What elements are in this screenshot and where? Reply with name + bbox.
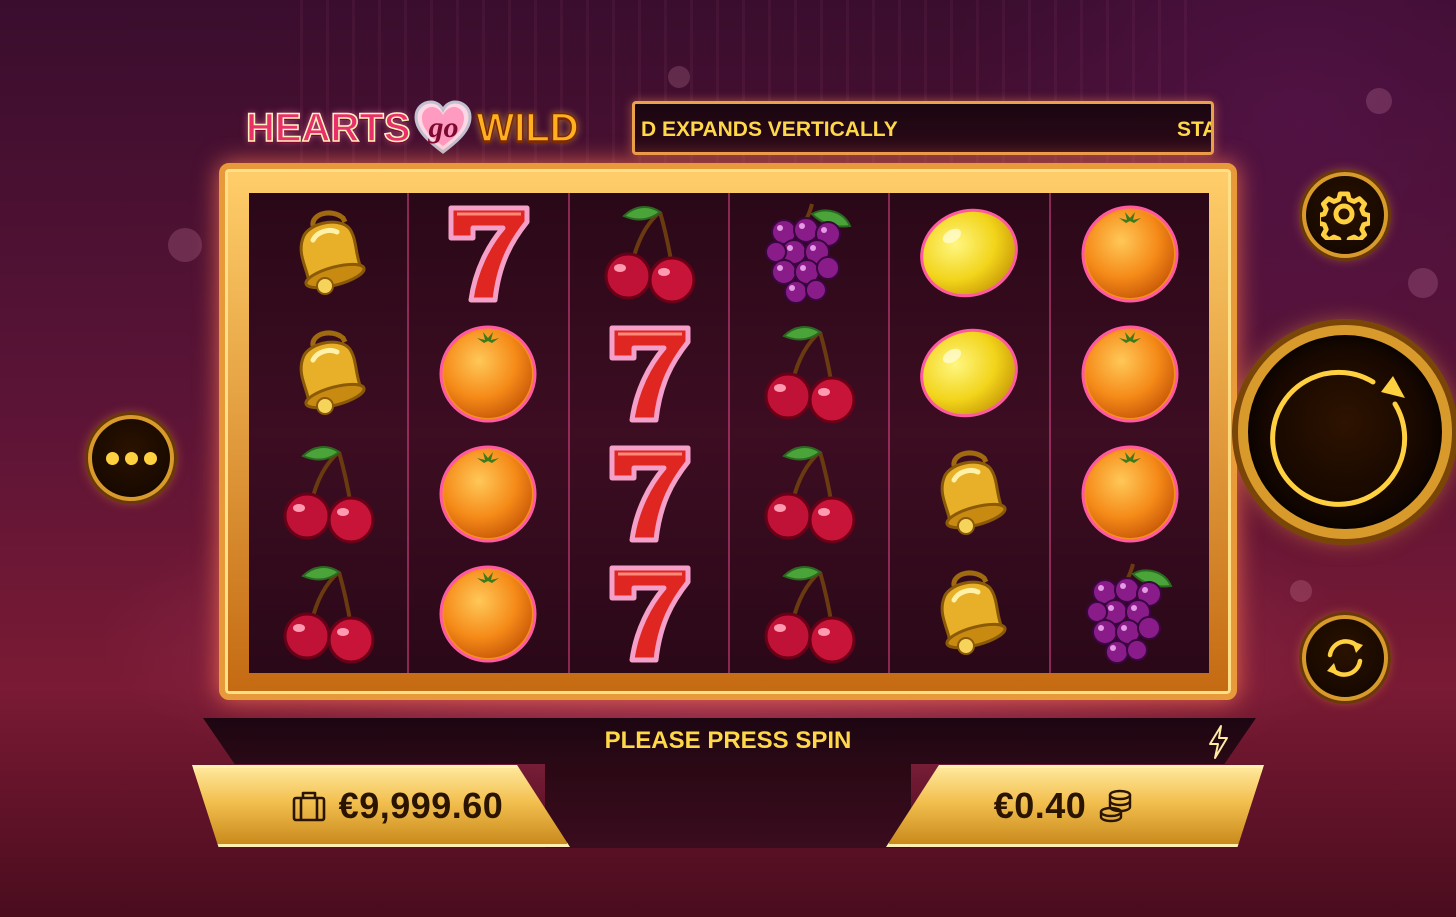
bokeh-light [1290,580,1312,602]
lemon-symbol-icon [914,198,1024,308]
reel-2 [409,193,570,673]
seven-symbol-icon [594,558,704,668]
bet-panel[interactable]: €0.40 [886,765,1264,847]
orange-symbol-icon [433,318,543,428]
bell-symbol-icon [273,318,383,428]
logo-word-go: go [428,111,459,144]
message-panel [545,764,911,848]
spin-button[interactable] [1238,325,1452,539]
spin-arrow-icon [1270,369,1408,507]
orange-symbol-icon [1075,438,1185,548]
bell-symbol-icon [273,198,383,308]
reel-3 [570,193,730,673]
bell-symbol-icon [914,558,1024,668]
cherry-symbol-icon [273,438,383,548]
ticker-text: D EXPANDS VERTICALLY [641,118,898,141]
reel-6 [1051,193,1209,673]
bokeh-light [168,228,202,262]
bell-symbol-icon [914,438,1024,548]
balance-value: €9,999.60 [338,785,504,826]
more-dots-icon [143,451,157,465]
cherry-symbol-icon [273,558,383,668]
logo-heart-icon: go [414,100,472,156]
settings-button[interactable] [1302,172,1388,258]
bokeh-light [1366,88,1392,114]
grapes-symbol-icon [1075,558,1185,668]
menu-button[interactable] [88,415,174,501]
more-dots-icon [124,451,138,465]
reel-5 [890,193,1051,673]
status-message: PLEASE PRESS SPIN [604,727,852,754]
autoplay-icon [1327,639,1363,677]
game-logo: HEARTS go WILD [245,98,580,158]
orange-symbol-icon [433,558,543,668]
lemon-symbol-icon [914,318,1024,428]
logo-word-hearts: HEARTS [245,105,411,151]
balance-panel: €9,999.60 [192,765,570,847]
cherry-symbol-icon [754,318,864,428]
orange-symbol-icon [433,438,543,548]
gear-icon [1320,191,1370,240]
reel-1 [249,193,410,673]
reel-grid [249,193,1209,673]
turbo-lightning-icon[interactable] [1206,724,1230,760]
coins-icon [1100,789,1132,823]
bokeh-light [668,66,690,88]
seven-symbol-icon [594,318,704,428]
reel-frame [219,163,1237,700]
logo-word-wild: WILD [476,105,580,151]
bet-value: €0.40 [993,785,1087,826]
bokeh-light [1408,268,1438,298]
cherry-symbol-icon [594,198,704,308]
cherry-symbol-icon [754,558,864,668]
autoplay-button[interactable] [1302,615,1388,701]
orange-symbol-icon [1075,198,1185,308]
ticker-text-next: STA [1177,118,1214,141]
wallet-icon [292,791,325,822]
more-dots-icon [105,451,119,465]
cherry-symbol-icon [754,438,864,548]
reel-4 [730,193,891,673]
seven-symbol-icon [433,198,543,308]
grapes-symbol-icon [754,198,864,308]
orange-symbol-icon [1075,318,1185,428]
feature-ticker: D EXPANDS VERTICALLY STA [632,101,1214,155]
seven-symbol-icon [594,438,704,548]
